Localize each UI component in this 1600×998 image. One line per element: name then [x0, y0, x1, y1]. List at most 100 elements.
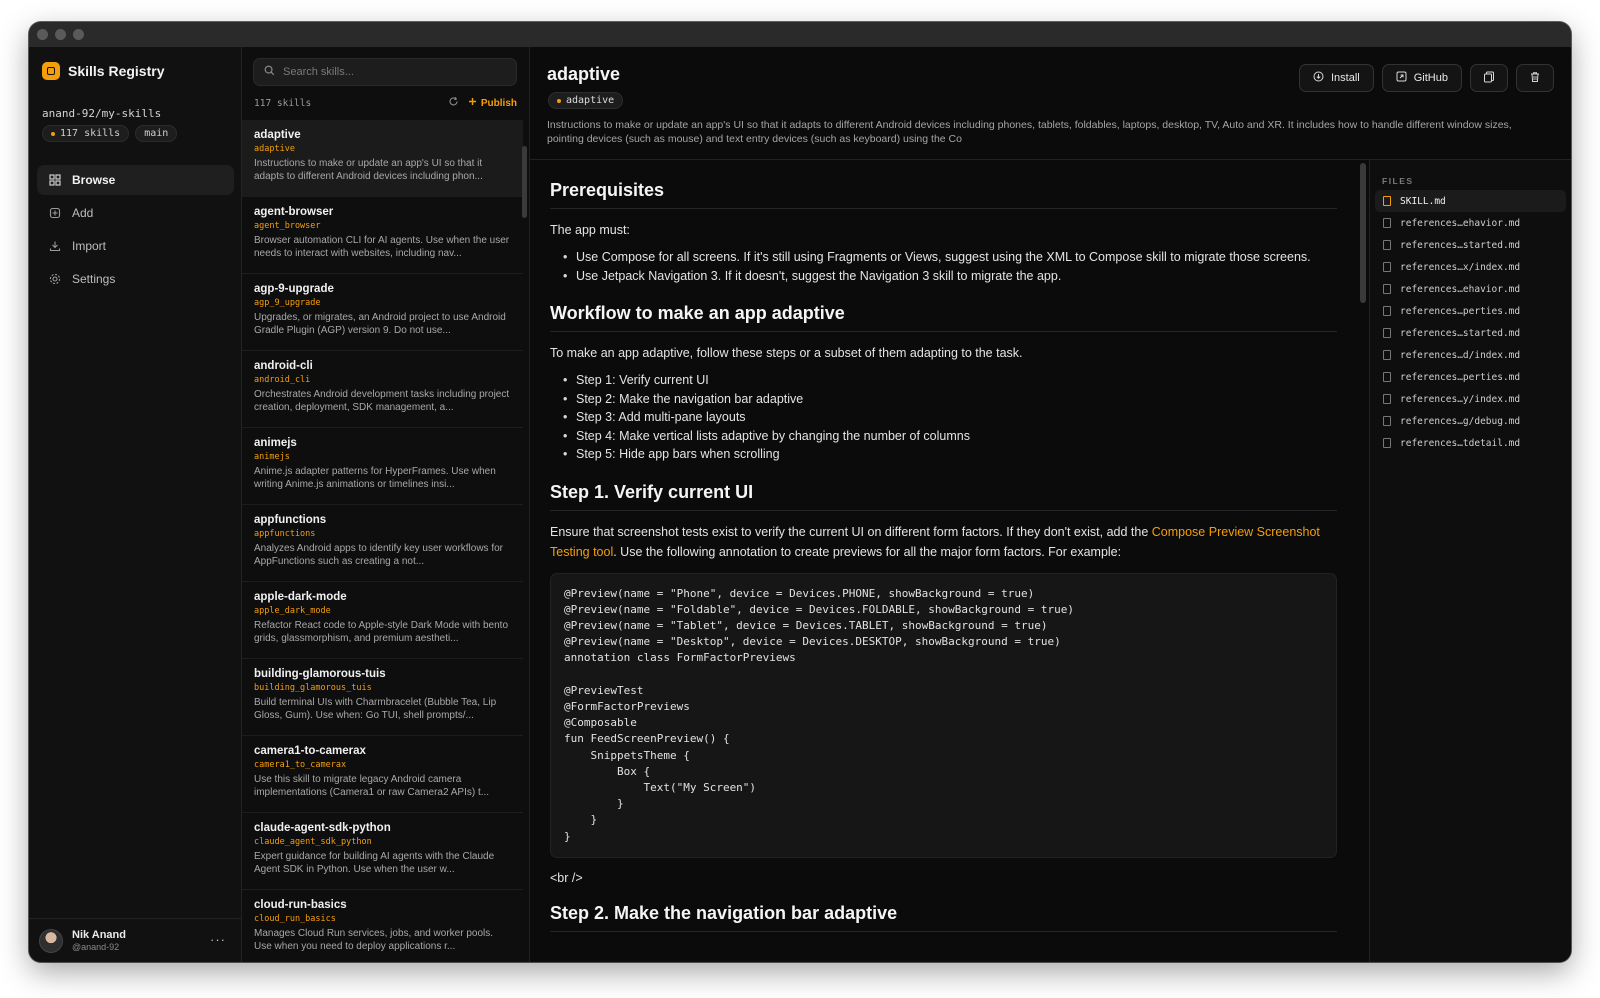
window-zoom-button[interactable]	[73, 29, 84, 40]
skill-name: claude-agent-sdk-python	[254, 822, 391, 834]
more-options-icon[interactable]: ···	[210, 932, 226, 947]
file-item[interactable]: references…x/index.md	[1375, 256, 1566, 278]
file-icon	[1383, 306, 1391, 316]
publish-label: Publish	[480, 97, 517, 109]
skill-name: building-glamorous-tuis	[254, 668, 386, 680]
window-minimize-button[interactable]	[55, 29, 66, 40]
file-name: references…perties.md	[1400, 305, 1521, 317]
file-item[interactable]: references…d/index.md	[1375, 344, 1566, 366]
content-scrollbar[interactable]	[1356, 160, 1369, 962]
branch-badge: main	[135, 125, 178, 142]
list-item: Step 5: Hide app bars when scrolling	[563, 445, 1337, 464]
sidebar: Skills Registry anand-92/my-skills 117 s…	[29, 47, 242, 962]
user-profile[interactable]: Nik Anand @anand-92 ···	[29, 918, 241, 962]
avatar	[39, 928, 63, 953]
github-button[interactable]: GitHub	[1381, 64, 1462, 92]
github-label: GitHub	[1413, 72, 1448, 84]
list-item[interactable]: animejs animejs Anime.js adapter pattern…	[242, 428, 523, 505]
file-name: SKILL.md	[1400, 195, 1446, 207]
download-icon	[1313, 71, 1324, 85]
skill-description: Use this skill to migrate legacy Android…	[254, 774, 490, 798]
list-item[interactable]: cloud-run-basics cloud_run_basics Manage…	[242, 890, 523, 962]
file-item[interactable]: references…tdetail.md	[1375, 432, 1566, 454]
file-icon	[1383, 284, 1391, 294]
list-item[interactable]: android-cli android_cli Orchestrates And…	[242, 351, 523, 428]
file-item[interactable]: references…perties.md	[1375, 300, 1566, 322]
skill-name: cloud-run-basics	[254, 899, 347, 911]
search-icon	[264, 63, 275, 81]
tag-dot-icon	[557, 98, 561, 103]
file-item[interactable]: references…ehavior.md	[1375, 278, 1566, 300]
copy-icon	[1483, 71, 1495, 86]
skill-count-badge: 117 skills	[42, 125, 130, 142]
scrollbar-thumb[interactable]	[1360, 163, 1366, 303]
skill-description: Browser automation CLI for AI agents. Us…	[254, 235, 510, 259]
search-box[interactable]	[253, 58, 517, 86]
list-item[interactable]: adaptive adaptive Instructions to make o…	[242, 120, 523, 197]
list-item[interactable]: camera1-to-camerax camera1_to_camerax Us…	[242, 736, 523, 813]
skill-name: appfunctions	[254, 514, 327, 526]
file-icon	[1383, 218, 1391, 228]
publish-button[interactable]: Publish	[468, 97, 517, 109]
list-item[interactable]: agp-9-upgrade agp_9_upgrade Upgrades, or…	[242, 274, 523, 351]
install-label: Install	[1331, 72, 1360, 84]
install-button[interactable]: Install	[1299, 64, 1374, 92]
file-icon	[1383, 262, 1391, 272]
file-item[interactable]: references…perties.md	[1375, 366, 1566, 388]
copy-button[interactable]	[1470, 64, 1508, 92]
sidebar-item-label: Browse	[72, 173, 116, 187]
skill-id: apple_dark_mode	[254, 606, 331, 616]
file-icon	[1383, 416, 1391, 426]
app-window: Skills Registry anand-92/my-skills 117 s…	[29, 22, 1571, 962]
search-input[interactable]	[283, 66, 503, 78]
trash-icon	[1529, 71, 1541, 86]
sidebar-nav: Browse Add Import Settings	[37, 165, 234, 297]
markdown-content: Prerequisites The app must: Use Compose …	[550, 160, 1337, 962]
list-item[interactable]: apple-dark-mode apple_dark_mode Refactor…	[242, 582, 523, 659]
skill-detail: adaptive adaptive Instructions to make o…	[530, 47, 1571, 962]
file-item[interactable]: SKILL.md	[1375, 190, 1566, 212]
list-item: Step 4: Make vertical lists adaptive by …	[563, 427, 1337, 446]
sidebar-item-settings[interactable]: Settings	[37, 264, 234, 294]
list-item: Use Compose for all screens. If it's sti…	[563, 248, 1337, 267]
skill-id: cloud_run_basics	[254, 914, 336, 924]
skill-name: camera1-to-camerax	[254, 745, 366, 757]
list-item[interactable]: claude-agent-sdk-python claude_agent_sdk…	[242, 813, 523, 890]
page-title: adaptive	[547, 64, 621, 84]
skill-id: camera1_to_camerax	[254, 760, 347, 770]
list-scrollbar[interactable]	[522, 146, 527, 218]
sidebar-item-import[interactable]: Import	[37, 231, 234, 261]
list-item[interactable]: agent-browser agent_browser Browser auto…	[242, 197, 523, 274]
skill-description: Refactor React code to Apple-style Dark …	[254, 620, 509, 644]
skill-name: android-cli	[254, 360, 313, 372]
paragraph: Ensure that screenshot tests exist to ve…	[550, 522, 1337, 562]
list-item[interactable]: building-glamorous-tuis building_glamoro…	[242, 659, 523, 736]
skill-tag-text: adaptive	[566, 95, 615, 106]
br-text: <br />	[550, 870, 583, 885]
file-name: references…ehavior.md	[1400, 283, 1521, 295]
skill-list: adaptive adaptive Instructions to make o…	[242, 120, 523, 962]
skill-id: android_cli	[254, 375, 311, 385]
paragraph: The app must:	[550, 223, 630, 237]
skill-id: claude_agent_sdk_python	[254, 837, 372, 847]
refresh-icon[interactable]	[448, 96, 459, 110]
skill-description: Orchestrates Android development tasks i…	[254, 389, 510, 413]
sidebar-item-browse[interactable]: Browse	[37, 165, 234, 195]
file-item[interactable]: references…started.md	[1375, 322, 1566, 344]
skill-name: animejs	[254, 437, 297, 449]
file-icon	[1383, 196, 1391, 206]
file-item[interactable]: references…g/debug.md	[1375, 410, 1566, 432]
file-item[interactable]: references…started.md	[1375, 234, 1566, 256]
list-item[interactable]: appfunctions appfunctions Analyzes Andro…	[242, 505, 523, 582]
file-item[interactable]: references…ehavior.md	[1375, 212, 1566, 234]
file-item[interactable]: references…y/index.md	[1375, 388, 1566, 410]
sidebar-item-add[interactable]: Add	[37, 198, 234, 228]
skill-id: adaptive	[254, 144, 295, 154]
window-close-button[interactable]	[37, 29, 48, 40]
brand: Skills Registry	[42, 62, 165, 80]
repo-name: anand-92/my-skills	[42, 107, 162, 120]
delete-button[interactable]	[1516, 64, 1554, 92]
file-icon	[1383, 328, 1391, 338]
status-dot-icon	[51, 131, 55, 136]
paragraph: To make an app adaptive, follow these st…	[550, 346, 1023, 360]
